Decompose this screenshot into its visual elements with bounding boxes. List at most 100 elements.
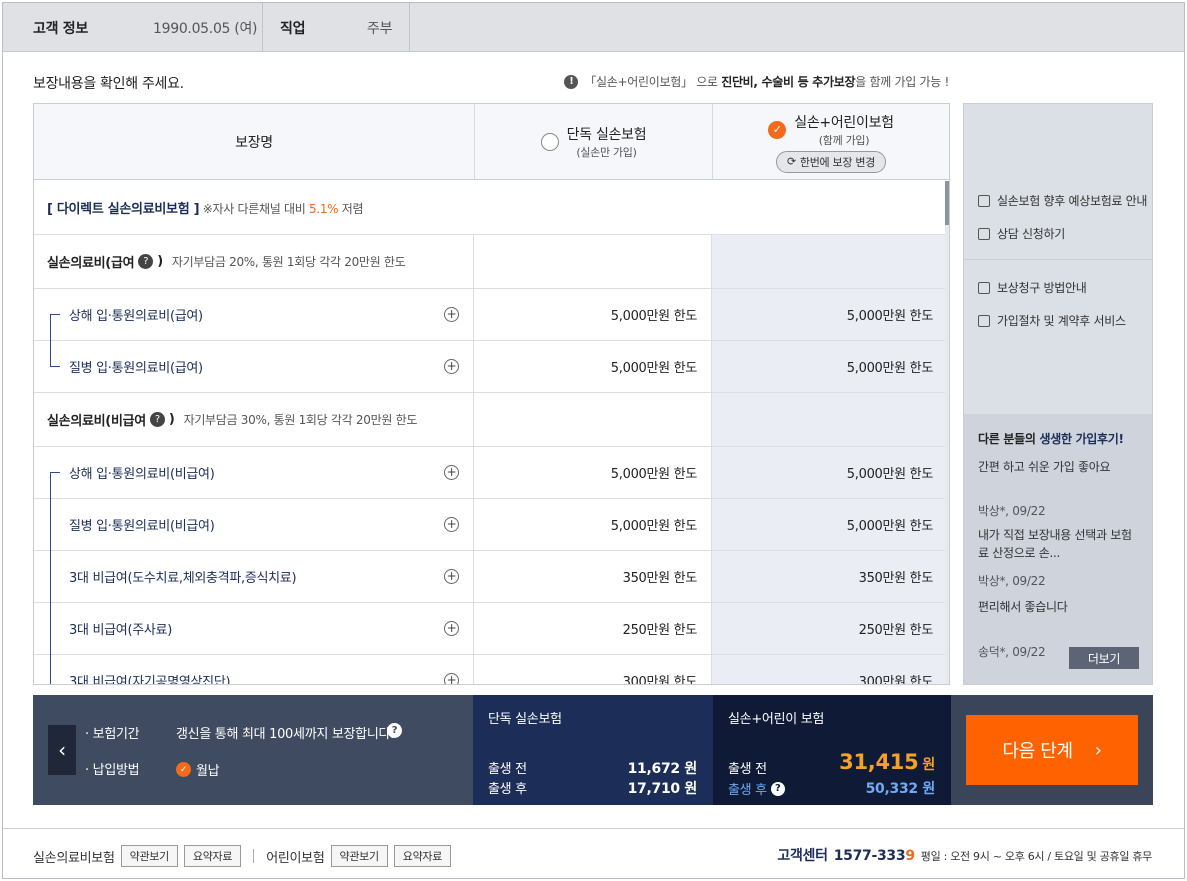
chat-icon xyxy=(978,314,990,327)
chevron-right-icon: › xyxy=(1094,739,1102,761)
plan-b-value: 250만원 한도 xyxy=(712,603,945,654)
coverage-name: 질병 입·통원의료비(급여) xyxy=(69,361,203,376)
plus-circle-icon[interactable]: + xyxy=(444,465,459,480)
summary-bar: ‹ · 보험기간 갱신을 통해 최대 100세까지 보장합니다. ? · 납입방… xyxy=(33,695,1153,805)
footer: 실손의료비보험 약관보기 요약자료 어린이보험 약관보기 요약자료 고객센터 1… xyxy=(3,828,1184,879)
table-header: 보장명 단독 실손보험 (실손만 가입) ✓ 실손+어린이보험 (함께 가입) … xyxy=(34,104,949,180)
table-row: 3대 비급여(자기공명영상진단) + 300만원 한도 300만원 한도 xyxy=(34,655,945,685)
call-center-number: 1577-3339 xyxy=(833,848,915,864)
link-consult[interactable]: 상담 신청하기 xyxy=(978,225,1065,242)
help-icon[interactable]: ? xyxy=(770,781,785,796)
link-procedure[interactable]: 가입절차 및 계약후 서비스 xyxy=(978,312,1126,329)
chevron-left-icon[interactable]: ‹ xyxy=(48,725,76,775)
plan-b-value: 300만원 한도 xyxy=(712,655,945,684)
plan-a-value: 300만원 한도 xyxy=(474,655,712,684)
col-coverage-name: 보장명 xyxy=(235,135,273,151)
plan-b-option[interactable]: ✓ 실손+어린이보험 (함께 가입) ⟳ 한번에 보장 변경 xyxy=(713,104,949,180)
table-row: 상해 입·통원의료비(비급여) + 5,000만원 한도 5,000만원 한도 xyxy=(34,447,945,499)
service-hours: 평일 : 오전 9시 ~ 오후 6시 / 토요일 및 공휴일 휴무 xyxy=(920,850,1153,863)
coverage-name: 질병 입·통원의료비(비급여) xyxy=(69,519,215,534)
after-label: 출생 후 xyxy=(488,782,527,797)
help-icon[interactable]: ? xyxy=(138,254,154,269)
plan-b-before: 31,415 원 xyxy=(839,750,935,774)
coverage-name: 3대 비급여(자기공명영상진단) xyxy=(69,675,231,685)
plan-b-value: 5,000만원 한도 xyxy=(712,341,945,392)
plan-a-after: 17,710 원 xyxy=(627,781,698,797)
table-row: 상해 입·통원의료비(급여) + 5,000만원 한도 5,000만원 한도 xyxy=(34,289,945,341)
link-expected-premium[interactable]: 실손보험 향후 예상보험료 안내 xyxy=(978,192,1147,209)
product-name: [ 다이렉트 실손의료비보험 ] xyxy=(47,202,200,217)
document-icon xyxy=(978,194,990,207)
product-note: 저렴 xyxy=(338,202,364,216)
customer-info-bar: 고객 정보 1990.05.05 (여) 직업 주부 xyxy=(3,3,1184,52)
review-author: 박상*, 09/22 xyxy=(978,574,1046,588)
divider xyxy=(262,3,263,52)
after-label: 출생 후? xyxy=(728,779,785,798)
tree-line xyxy=(50,473,51,684)
terms-button[interactable]: 약관보기 xyxy=(330,845,388,867)
summary-doc-button[interactable]: 요약자료 xyxy=(393,845,452,867)
plan-b-after: 50,332 원 xyxy=(865,781,936,797)
inbox-icon xyxy=(978,281,990,294)
change-coverage-button[interactable]: ⟳ 한번에 보장 변경 xyxy=(775,150,887,173)
scrollbar[interactable] xyxy=(945,181,949,684)
notice-text: 「실손+어린이보험」 으로 xyxy=(584,75,722,89)
plan-b-value: 5,000만원 한도 xyxy=(712,447,945,498)
plan-b-title: 실손+어린이보험 xyxy=(794,114,894,131)
next-step-button[interactable]: 다음 단계 › xyxy=(966,715,1138,785)
group-title: 실손의료비(비급여 xyxy=(47,414,146,429)
check-icon[interactable]: ✓ xyxy=(176,762,191,777)
scrollbar-thumb[interactable] xyxy=(945,181,949,225)
footer-product-label: 어린이보험 xyxy=(266,850,325,866)
summary-doc-button[interactable]: 요약자료 xyxy=(183,845,242,867)
plan-a-option[interactable]: 단독 실손보험 (실손만 가입) xyxy=(475,104,712,180)
change-coverage-label: 한번에 보장 변경 xyxy=(799,155,876,169)
coverage-name: 상해 입·통원의료비(비급여) xyxy=(69,467,215,482)
help-icon[interactable]: ? xyxy=(387,723,402,738)
discount-pct: 5.1% xyxy=(308,202,339,216)
divider xyxy=(409,3,410,52)
plan-a-sub: (실손만 가입) xyxy=(576,146,637,159)
coverage-table: 보장명 단독 실손보험 (실손만 가입) ✓ 실손+어린이보험 (함께 가입) … xyxy=(33,103,950,685)
summary-info: ‹ · 보험기간 갱신을 통해 최대 100세까지 보장합니다. ? · 납입방… xyxy=(33,695,473,805)
payment-monthly[interactable]: ✓ 월납 xyxy=(176,760,220,779)
review-author: 박상*, 09/22 xyxy=(978,504,1046,518)
period-label: · 보험기간 xyxy=(85,727,140,742)
table-row: 3대 비급여(주사료) + 250만원 한도 250만원 한도 xyxy=(34,603,945,655)
review-text: 간편 하고 쉬운 가입 좋아요 xyxy=(978,460,1111,474)
reviews-panel: 다른 분들의 생생한 가입후기! 간편 하고 쉬운 가입 좋아요 박상*, 09… xyxy=(964,414,1152,684)
payment-label: · 납입방법 xyxy=(85,763,140,778)
plan-b-sub: (함께 가입) xyxy=(818,133,870,147)
plus-circle-icon[interactable]: + xyxy=(444,569,459,584)
table-row: 질병 입·통원의료비(비급여) + 5,000만원 한도 5,000만원 한도 xyxy=(34,499,945,551)
link-label: 보상청구 방법안내 xyxy=(997,281,1087,295)
terms-button[interactable]: 약관보기 xyxy=(120,845,178,867)
plus-circle-icon[interactable]: + xyxy=(444,621,459,636)
help-icon[interactable]: ? xyxy=(149,412,165,427)
group-title-end: ) xyxy=(168,412,175,427)
plus-circle-icon[interactable]: + xyxy=(444,673,459,684)
radio-icon[interactable] xyxy=(540,133,559,151)
customer-info-label: 고객 정보 xyxy=(33,20,88,37)
plus-circle-icon[interactable]: + xyxy=(444,359,459,374)
job-value: 주부 xyxy=(367,20,393,37)
group-row: 실손의료비(급여 ? ) 자기부담금 20%, 통원 1회당 각각 20만원 한… xyxy=(34,235,945,289)
plus-circle-icon[interactable]: + xyxy=(444,307,459,322)
birth-date: 1990.05.05 (여) xyxy=(153,20,258,37)
link-label: 상담 신청하기 xyxy=(997,227,1065,241)
coverage-name: 3대 비급여(도수치료,체외충격파,증식치료) xyxy=(69,571,297,586)
product-note: ※자사 다른채널 대비 xyxy=(202,202,309,216)
check-icon[interactable]: ✓ xyxy=(768,120,787,139)
group-desc: 자기부담금 20%, 통원 1회당 각각 20만원 한도 xyxy=(171,255,406,269)
coverage-name: 3대 비급여(주사료) xyxy=(69,623,172,638)
notice-text: 을 함께 가입 가능 ! xyxy=(855,75,949,89)
link-claim-guide[interactable]: 보상청구 방법안내 xyxy=(978,279,1087,296)
review-author: 송덕*, 09/22 xyxy=(978,645,1046,659)
plus-circle-icon[interactable]: + xyxy=(444,517,459,532)
plan-a-value: 5,000만원 한도 xyxy=(474,289,712,340)
more-button[interactable]: 더보기 xyxy=(1069,647,1139,669)
refresh-icon: ⟳ xyxy=(786,155,796,168)
job-label: 직업 xyxy=(280,20,306,37)
plan-a-value: 350만원 한도 xyxy=(474,551,712,602)
table-body[interactable]: [ 다이렉트 실손의료비보험 ] ※자사 다른채널 대비 5.1% 저렴 실손의… xyxy=(34,181,949,685)
